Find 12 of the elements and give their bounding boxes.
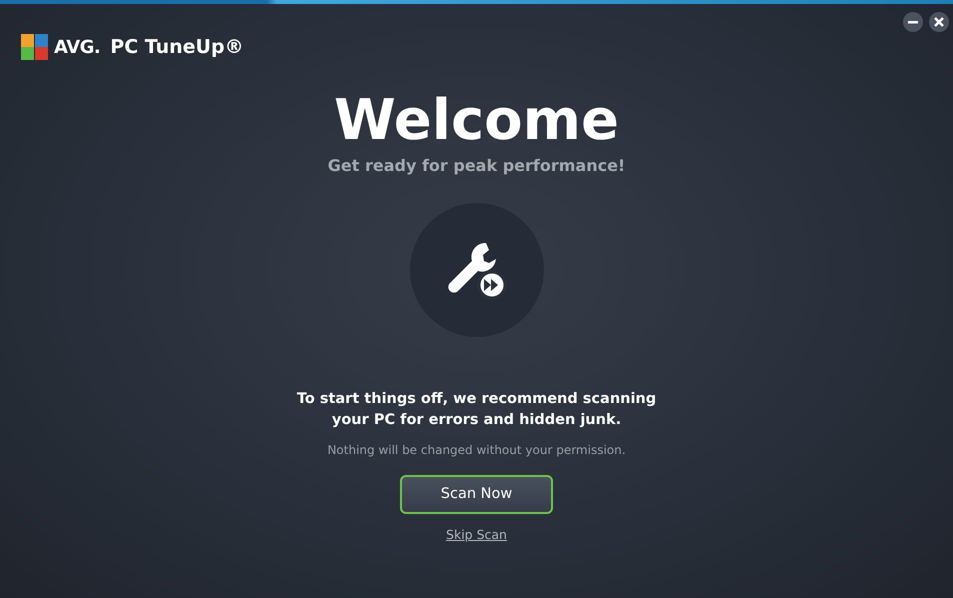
logo-icon <box>20 32 50 62</box>
close-button[interactable] <box>929 12 949 32</box>
welcome-title: Welcome <box>334 90 619 152</box>
permission-note: Nothing will be changed without your permission. <box>327 442 626 457</box>
subtitle: Get ready for peak performance! <box>328 156 626 175</box>
brand-name: AVG. <box>54 36 100 58</box>
scan-now-button[interactable]: Scan Now <box>400 474 553 514</box>
product-name: PC TuneUp® <box>110 36 244 58</box>
minimize-button[interactable] <box>903 12 923 32</box>
close-icon <box>934 17 944 27</box>
recommendation-text: To start things off, we recommend scanning your PC for errors and hidden junk. <box>296 390 656 430</box>
skip-scan-link[interactable]: Skip Scan <box>446 526 507 542</box>
